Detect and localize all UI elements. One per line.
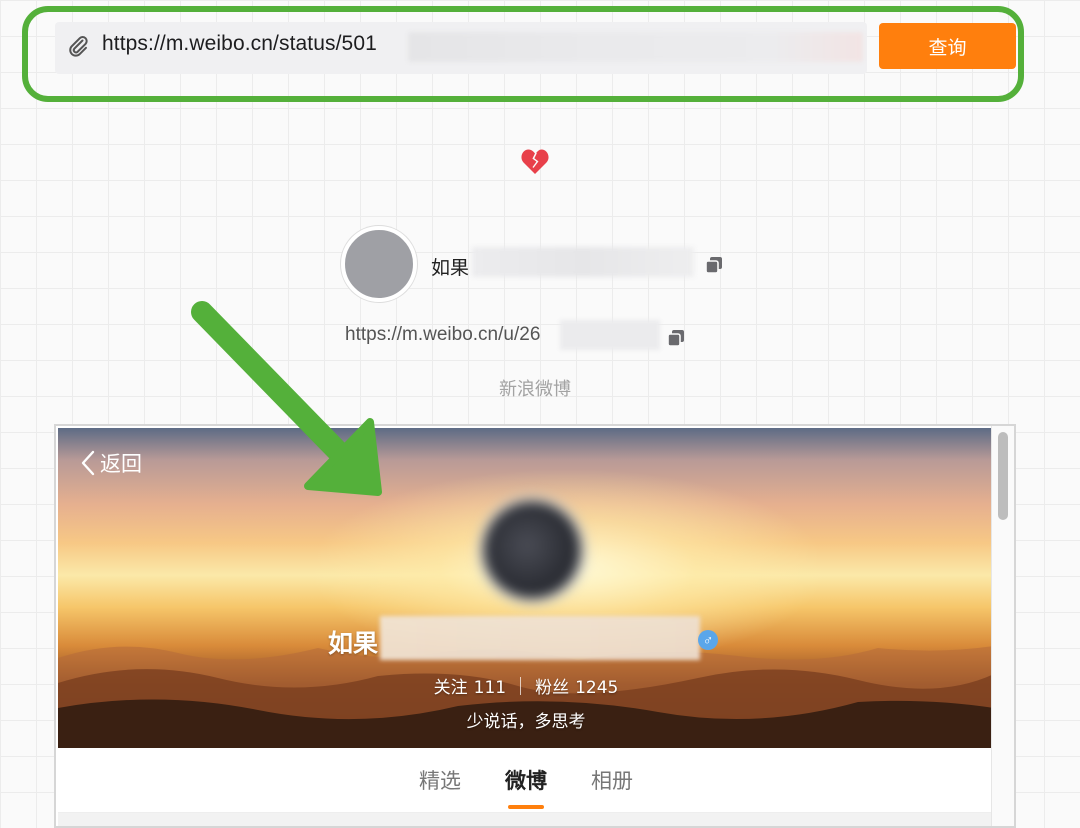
followers-label: 粉丝: [535, 678, 570, 698]
url-redaction: [408, 32, 863, 62]
profile-avatar: [478, 496, 586, 604]
profile-name: 如果: [328, 629, 379, 658]
tab-album[interactable]: 相册: [589, 765, 635, 795]
active-tab-indicator: [508, 805, 544, 809]
feed-content-area: [58, 813, 994, 826]
following-count: 111: [473, 678, 507, 698]
following-label: 关注: [433, 678, 468, 698]
tab-album-label: 相册: [591, 769, 633, 793]
paperclip-icon: [69, 36, 88, 57]
male-gender-icon: ♂: [698, 630, 718, 650]
scrollbar[interactable]: [991, 426, 1014, 826]
back-chevron-icon: [81, 450, 95, 476]
copy-icon[interactable]: [666, 328, 686, 348]
profile-name-redaction: [380, 616, 700, 660]
profile-url-redaction: [560, 320, 660, 350]
followers-stat[interactable]: 粉丝 1245: [535, 673, 618, 698]
tab-featured-label: 精选: [419, 769, 461, 793]
profile-stats: 关注 111 粉丝 1245: [58, 673, 994, 698]
followers-count: 1245: [575, 678, 619, 698]
back-label: 返回: [100, 452, 142, 476]
stat-divider: [520, 676, 522, 695]
back-button[interactable]: 返回: [80, 448, 142, 478]
tab-weibo[interactable]: 微博: [503, 765, 549, 809]
username-redaction: [472, 247, 694, 277]
profile-tab-bar: 精选 微博 相册: [58, 748, 994, 813]
annotation-arrow: [191, 301, 382, 496]
profile-bio: 少说话，多思考: [466, 712, 586, 732]
url-input-value[interactable]: https://m.weibo.cn/status/501: [102, 32, 377, 56]
copy-icon[interactable]: [704, 255, 724, 275]
query-button[interactable]: 查询: [879, 23, 1016, 69]
username: 如果: [431, 257, 470, 279]
broken-heart-icon: [521, 149, 549, 174]
following-stat[interactable]: 关注 111: [434, 673, 506, 698]
scrollbar-thumb[interactable]: [998, 432, 1008, 520]
tab-weibo-label: 微博: [505, 769, 547, 793]
source-label: 新浪微博: [499, 379, 571, 400]
tab-featured[interactable]: 精选: [417, 765, 463, 795]
